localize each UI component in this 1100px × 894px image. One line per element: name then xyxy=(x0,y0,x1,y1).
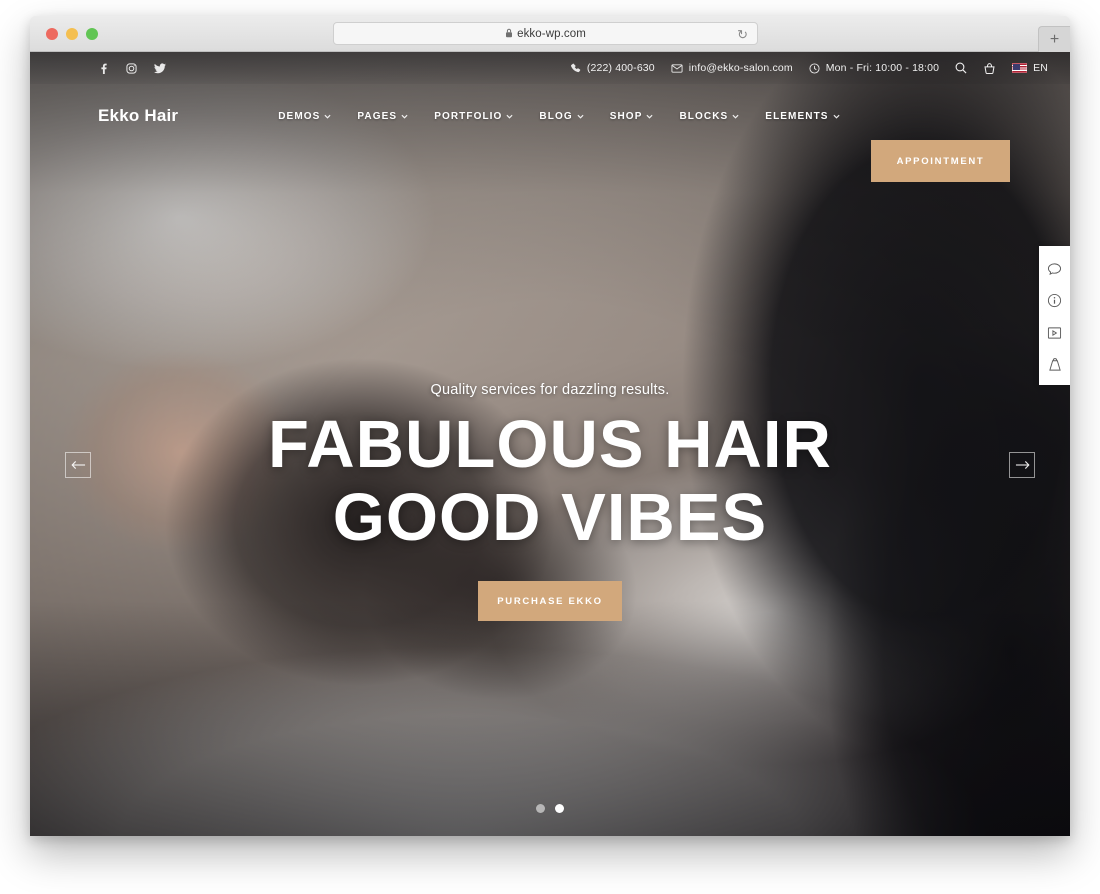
slider-dot-1[interactable] xyxy=(536,804,545,813)
chevron-down-icon xyxy=(833,114,840,121)
nav-item-pages[interactable]: PAGES xyxy=(357,111,408,122)
url-text: ekko-wp.com xyxy=(517,27,586,40)
side-toolbar xyxy=(1039,246,1070,385)
new-tab-button[interactable]: + xyxy=(1038,26,1070,52)
nav-item-blog[interactable]: BLOG xyxy=(539,110,584,122)
nav-item-portfolio[interactable]: PORTFOLIO xyxy=(434,111,513,122)
nav-label: ELEMENTS xyxy=(765,110,829,122)
top-utility-bar: (222) 400-630 info@ekko-salon.com Mon - … xyxy=(30,52,1070,84)
instagram-icon[interactable] xyxy=(126,62,137,74)
slider-dots xyxy=(30,804,1070,813)
hours-text: Mon - Fri: 10:00 - 18:00 xyxy=(825,62,940,74)
language-label: EN xyxy=(1033,62,1048,74)
nav-item-demos[interactable]: DEMOS xyxy=(278,111,331,122)
phone-icon xyxy=(570,63,581,74)
social-links xyxy=(98,62,166,74)
purchase-ekko-button[interactable]: PURCHASE EKKO xyxy=(478,581,622,621)
hero-title-line-2: GOOD VIBES xyxy=(332,480,768,555)
chevron-down-icon xyxy=(401,114,408,121)
envelope-icon xyxy=(671,63,683,74)
top-contact-info: (222) 400-630 info@ekko-salon.com Mon - … xyxy=(570,62,1048,75)
nav-label: SHOP xyxy=(609,110,643,122)
nav-item-blocks[interactable]: BLOCKS xyxy=(679,111,739,122)
us-flag-icon xyxy=(1012,63,1028,73)
shopping-bag-icon[interactable] xyxy=(1046,356,1063,373)
browser-window: ekko-wp.com ↻ + (222) 400-630 info@ekko-… xyxy=(30,16,1070,836)
slider-prev-arrow[interactable] xyxy=(65,452,91,478)
nav-menu: DEMOS PAGES PORTFOLIO BLOG SHOP BLOCKS E… xyxy=(278,110,840,122)
search-icon[interactable] xyxy=(955,62,967,74)
nav-label: PAGES xyxy=(357,110,398,122)
maximize-window-button[interactable] xyxy=(86,28,98,40)
chevron-down-icon xyxy=(506,114,513,121)
nav-label: BLOCKS xyxy=(679,110,729,122)
language-selector[interactable]: EN xyxy=(1012,62,1048,74)
hero-subtitle: Quality services for dazzling results. xyxy=(430,382,670,398)
browser-chrome: ekko-wp.com ↻ + xyxy=(30,16,1070,52)
email-info: info@ekko-salon.com xyxy=(671,62,793,74)
lock-icon xyxy=(505,28,513,40)
close-window-button[interactable] xyxy=(46,28,58,40)
facebook-icon[interactable] xyxy=(98,63,109,74)
chevron-down-icon xyxy=(646,114,653,121)
chat-bubble-icon[interactable] xyxy=(1046,260,1063,277)
basket-icon[interactable] xyxy=(983,62,996,75)
slider-dot-2[interactable] xyxy=(555,804,564,813)
nav-label: PORTFOLIO xyxy=(434,110,503,122)
reload-icon[interactable]: ↻ xyxy=(737,27,748,42)
hero-title-line-1: FABULOUS HAIR xyxy=(268,407,832,482)
site-logo[interactable]: Ekko Hair xyxy=(98,106,178,126)
chevron-down-icon xyxy=(577,114,584,121)
nav-label: DEMOS xyxy=(278,110,321,122)
nav-item-elements[interactable]: ELEMENTS xyxy=(765,110,840,122)
site-viewport: (222) 400-630 info@ekko-salon.com Mon - … xyxy=(30,52,1070,836)
slider-next-arrow[interactable] xyxy=(1009,452,1035,478)
email-address: info@ekko-salon.com xyxy=(688,62,793,74)
traffic-lights xyxy=(46,28,98,40)
appointment-button[interactable]: APPOINTMENT xyxy=(871,140,1010,182)
main-navigation: Ekko Hair DEMOS PAGES PORTFOLIO BLOG SHO… xyxy=(30,84,1070,182)
twitter-icon[interactable] xyxy=(154,62,166,74)
address-bar[interactable]: ekko-wp.com ↻ xyxy=(333,22,758,45)
chevron-down-icon xyxy=(324,114,331,121)
clock-icon xyxy=(809,62,820,74)
phone-number: (222) 400-630 xyxy=(586,62,655,74)
minimize-window-button[interactable] xyxy=(66,28,78,40)
chevron-down-icon xyxy=(732,114,739,121)
hero-content: Quality services for dazzling results. F… xyxy=(30,382,1070,621)
nav-item-shop[interactable]: SHOP xyxy=(610,111,654,122)
info-circle-icon[interactable] xyxy=(1046,292,1063,309)
nav-label: BLOG xyxy=(539,110,573,122)
video-play-icon[interactable] xyxy=(1046,324,1063,341)
phone-info: (222) 400-630 xyxy=(570,62,655,74)
hours-info: Mon - Fri: 10:00 - 18:00 xyxy=(809,62,939,74)
